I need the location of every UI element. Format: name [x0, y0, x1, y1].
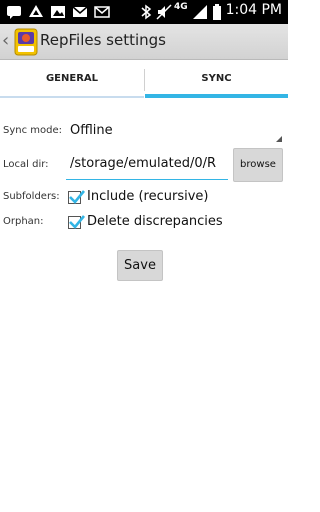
tab-bar: GENERAL SYNC: [0, 61, 288, 98]
envelope-icon: [94, 4, 110, 20]
gmail-icon: [72, 4, 88, 20]
sync-mode-value: Offline: [70, 123, 113, 138]
local-dir-label: Local dir:: [3, 159, 49, 170]
status-bar: 4G 1:04 PM: [0, 0, 288, 24]
battery-icon: [212, 4, 222, 20]
tab-general[interactable]: GENERAL: [0, 61, 144, 98]
local-dir-input[interactable]: /storage/emulated/0/R: [66, 150, 228, 180]
drive-icon: [28, 4, 44, 20]
sync-mode-select[interactable]: Offline: [66, 118, 284, 144]
subfolders-option[interactable]: Include (recursive): [87, 189, 208, 204]
subfolders-checkbox[interactable]: [68, 190, 86, 204]
sync-mode-label: Sync mode:: [3, 125, 63, 136]
gallery-icon: [50, 4, 66, 20]
up-chevron-icon[interactable]: ‹: [2, 30, 9, 51]
bluetooth-icon: [140, 4, 152, 20]
browse-button[interactable]: browse: [233, 148, 283, 182]
orphan-label: Orphan:: [3, 216, 44, 227]
subfolders-label: Subfolders:: [3, 191, 60, 202]
status-time: 1:04 PM: [225, 2, 282, 18]
dropdown-arrow-icon: [276, 136, 282, 142]
checkmark-icon: [69, 190, 86, 204]
sms-icon: [6, 4, 22, 20]
orphan-checkbox[interactable]: [68, 215, 86, 229]
silent-icon: [156, 4, 172, 20]
4g-icon: 4G: [174, 2, 188, 12]
app-icon[interactable]: [12, 27, 40, 57]
save-button[interactable]: Save: [117, 250, 163, 281]
tab-sync[interactable]: SYNC: [145, 61, 288, 98]
orphan-option[interactable]: Delete discrepancies: [87, 214, 223, 229]
action-bar: ‹ RepFiles settings: [0, 24, 288, 60]
signal-icon: [192, 4, 208, 20]
app-title: RepFiles settings: [40, 31, 166, 49]
checkmark-icon: [69, 215, 86, 229]
